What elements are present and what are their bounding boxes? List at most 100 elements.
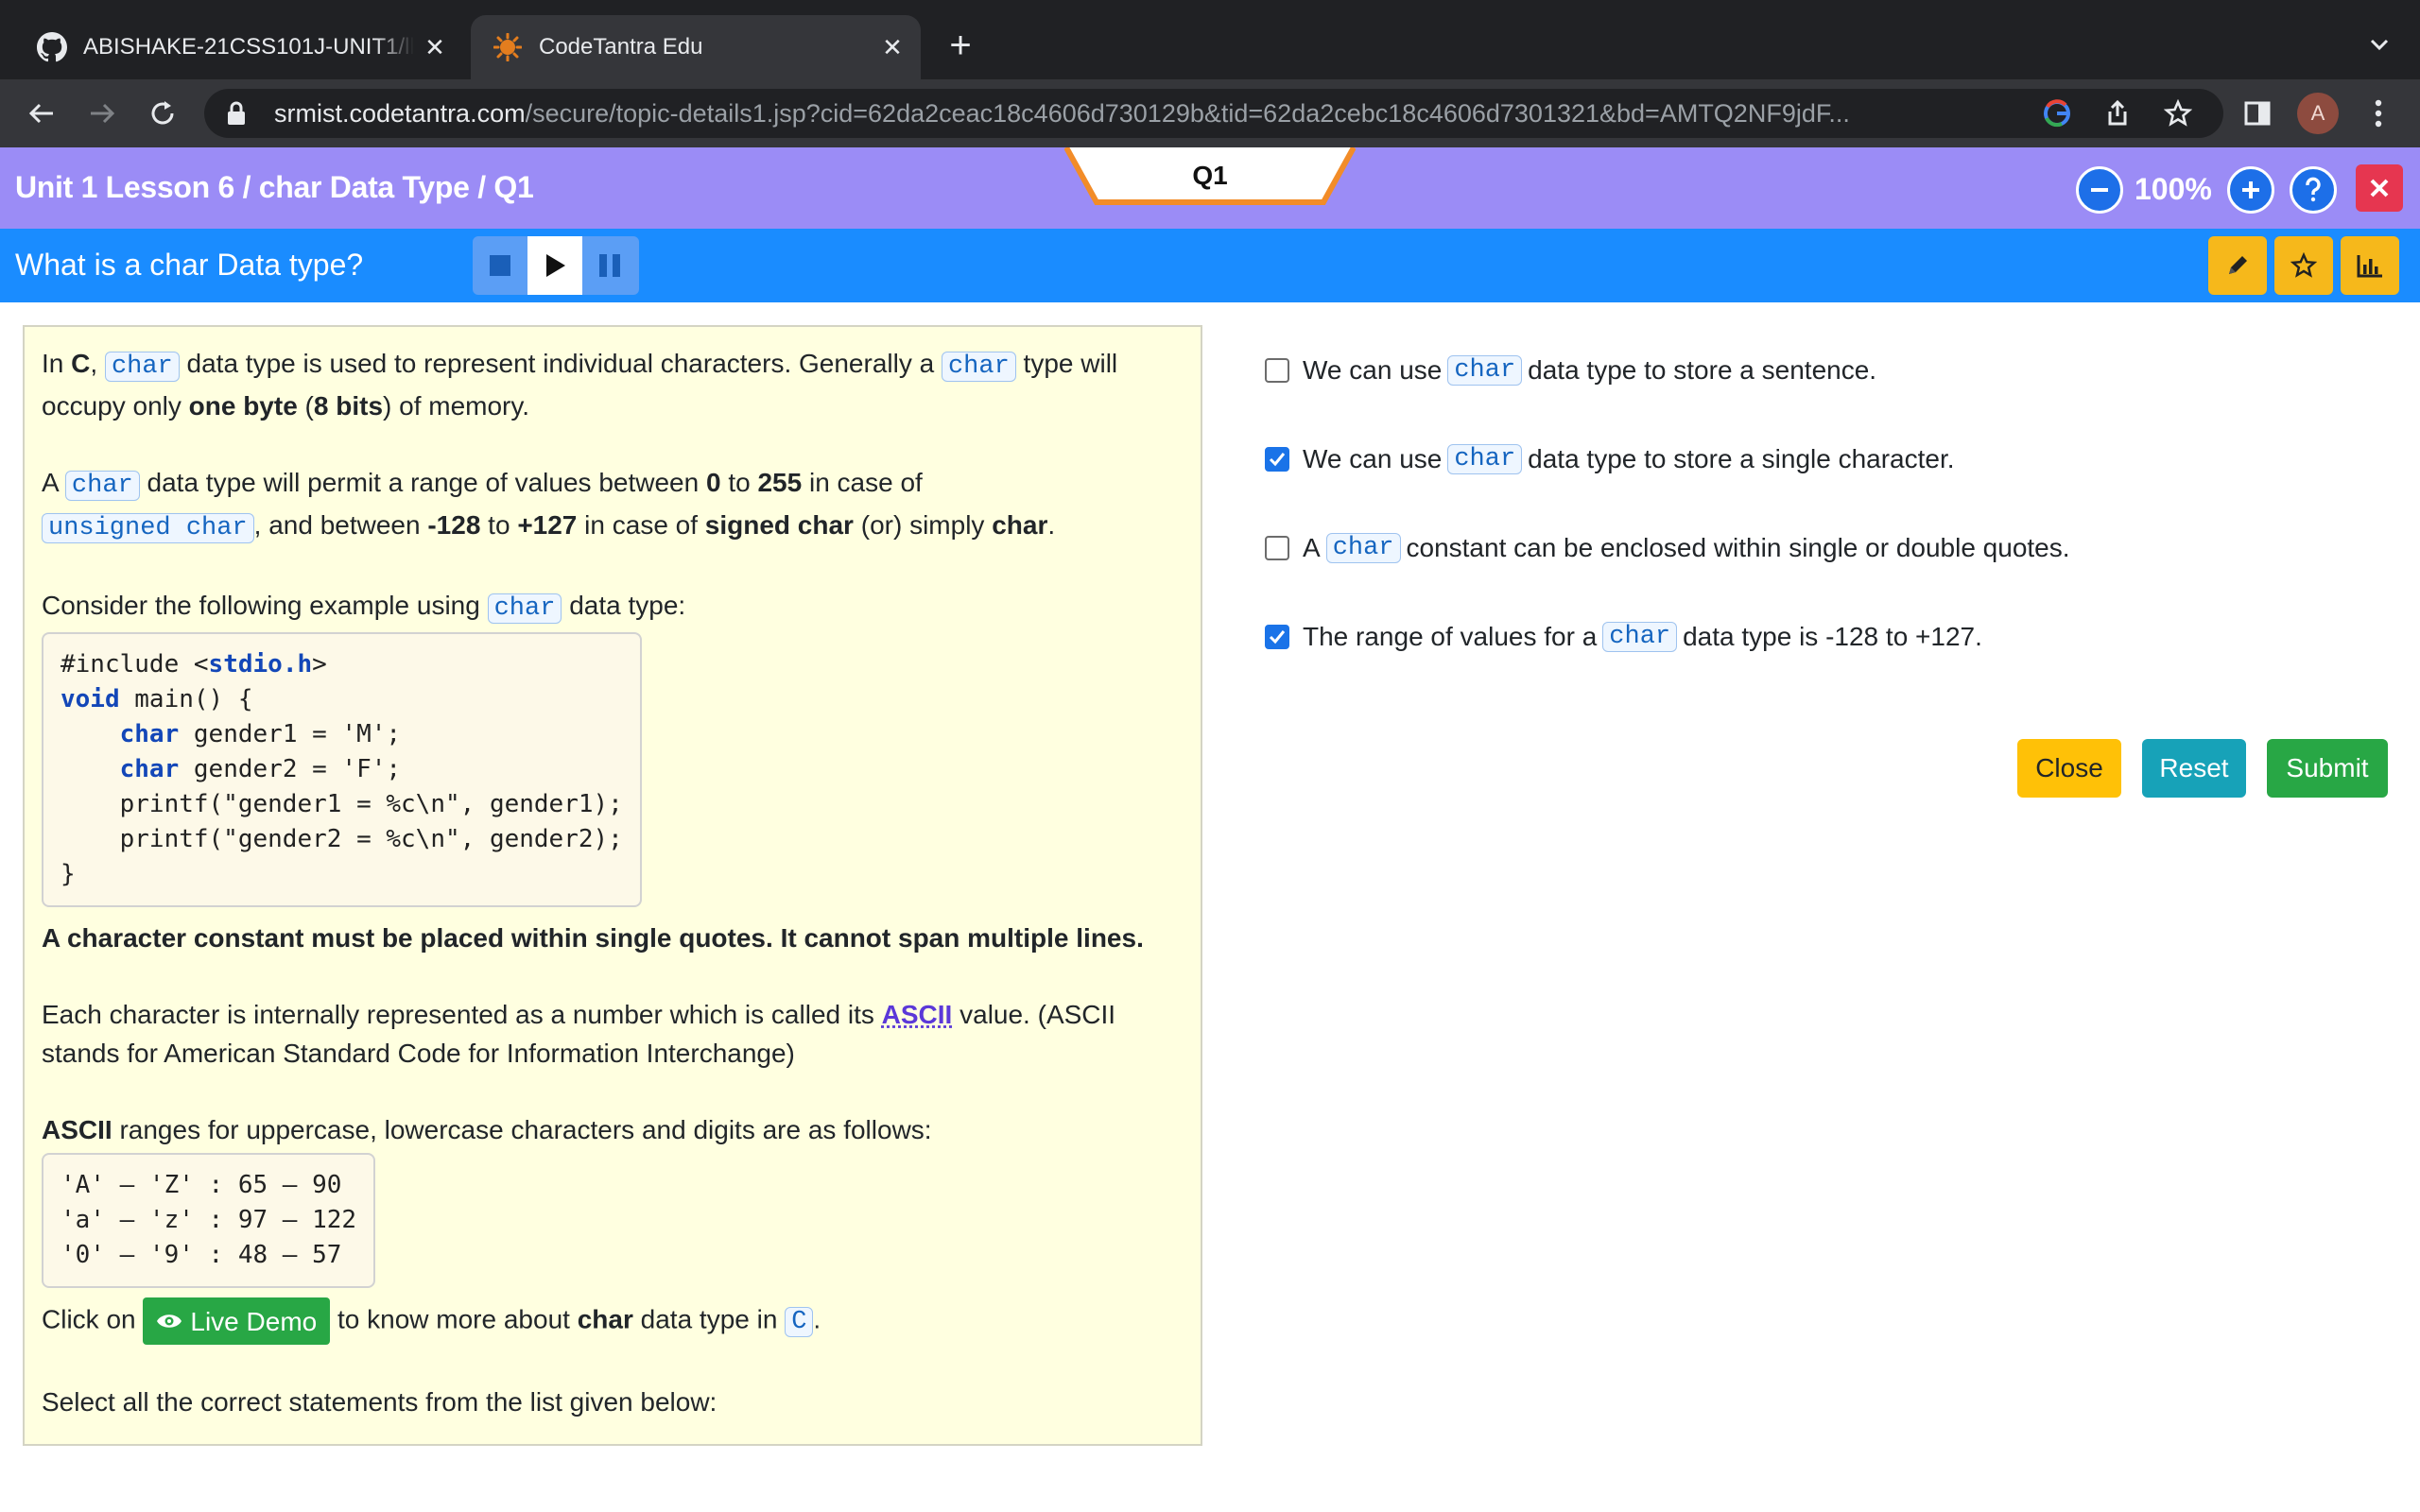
text: Consider the following example using xyxy=(42,591,488,620)
inline-code: char xyxy=(64,471,140,501)
back-arrow-icon[interactable] xyxy=(23,94,60,132)
code-text: '0' – '9' : 48 – 57 xyxy=(60,1241,342,1269)
bar-chart-icon[interactable] xyxy=(2341,236,2399,295)
reset-button[interactable]: Reset xyxy=(2142,739,2246,798)
zoom-level: 100% xyxy=(2135,172,2212,206)
checkbox-checked[interactable] xyxy=(1265,447,1289,472)
text: to xyxy=(720,468,758,497)
option-2[interactable]: We can use char data type to store a sin… xyxy=(1265,444,1955,474)
github-icon xyxy=(36,31,68,63)
close-tab-icon[interactable]: ✕ xyxy=(420,32,450,62)
option-text: constant can be enclosed within single o… xyxy=(1406,533,2070,562)
exit-close-icon[interactable] xyxy=(2356,164,2403,212)
option-3[interactable]: A char constant can be enclosed within s… xyxy=(1265,533,2070,563)
browser-toolbar: srmist.codetantra.com /secure/topic-deta… xyxy=(0,79,2420,147)
text: Click on xyxy=(42,1304,144,1334)
paragraph-example-intro: Consider the following example using cha… xyxy=(42,586,1184,628)
option-text: A xyxy=(1303,533,1321,562)
option-4[interactable]: The range of values for a char data type… xyxy=(1265,622,1982,652)
browser-menu-icon[interactable] xyxy=(2360,94,2397,132)
text: data type is used to represent individua… xyxy=(179,349,942,378)
paragraph-instruction: Select all the correct statements from t… xyxy=(42,1387,717,1417)
bold-text: char xyxy=(992,510,1048,540)
text: ) of memory. xyxy=(383,391,530,421)
stop-icon[interactable] xyxy=(473,236,527,295)
close-button[interactable]: Close xyxy=(2017,739,2121,798)
inline-code: char xyxy=(941,352,1016,382)
browser-tab-github[interactable]: ABISHAKE-21CSS101J-UNIT1/ll ✕ xyxy=(19,15,463,79)
option-text: data type is -128 to +127. xyxy=(1683,622,1982,651)
option-text: data type to store a sentence. xyxy=(1528,355,1877,385)
code-text: gender1 = 'M'; xyxy=(179,720,402,748)
live-demo-label: Live Demo xyxy=(190,1306,318,1336)
inline-code: char xyxy=(1602,622,1678,652)
code-text: printf("gender1 = %c\n", gender1); xyxy=(60,790,623,818)
code-text: } xyxy=(60,860,76,888)
side-panel-icon[interactable] xyxy=(2238,94,2276,132)
inline-code: char xyxy=(487,593,562,624)
option-1[interactable]: We can use char data type to store a sen… xyxy=(1265,355,1876,386)
profile-avatar[interactable]: A xyxy=(2297,93,2339,134)
code-keyword: void xyxy=(60,685,120,713)
text: in case of xyxy=(802,468,923,497)
question-bar: What is a char Data type? xyxy=(0,229,2420,302)
new-tab-plus-icon[interactable]: + xyxy=(942,26,979,64)
google-lens-icon[interactable] xyxy=(2042,98,2072,129)
tab-search-chevron-icon[interactable] xyxy=(2365,30,2394,59)
zoom-in-icon[interactable] xyxy=(2227,166,2274,214)
paragraph-ascii-ranges: ASCII ranges for uppercase, lowercase ch… xyxy=(42,1110,1184,1149)
tab-title: ABISHAKE-21CSS101J-UNIT1/ll xyxy=(83,34,414,60)
question-tab-q1[interactable]: Q1 xyxy=(1064,147,1356,206)
play-icon[interactable] xyxy=(527,236,582,295)
checkbox-unchecked[interactable] xyxy=(1265,536,1289,560)
lock-icon[interactable] xyxy=(225,100,251,127)
checkbox-checked[interactable] xyxy=(1265,625,1289,649)
breadcrumb: Unit 1 Lesson 6 / char Data Type / Q1 xyxy=(15,170,534,204)
paragraph-live-demo: Click on Live Demo to know more about ch… xyxy=(42,1297,1184,1345)
text: , and between xyxy=(253,510,428,540)
share-icon[interactable] xyxy=(2102,98,2133,129)
browser-tab-strip: ABISHAKE-21CSS101J-UNIT1/ll ✕ CodeTantra… xyxy=(0,0,2420,79)
option-text: data type to store a single character. xyxy=(1528,444,1955,473)
text: (or) simply xyxy=(853,510,993,540)
bold-text: -128 xyxy=(427,510,481,540)
url-host: srmist.codetantra.com xyxy=(274,98,526,128)
paragraph-range: A char data type will permit a range of … xyxy=(42,463,1184,548)
text: In xyxy=(42,349,72,378)
zoom-out-icon[interactable] xyxy=(2076,166,2123,214)
bold-text: +127 xyxy=(517,510,578,540)
media-controls xyxy=(473,236,639,295)
code-keyword: char xyxy=(119,720,180,748)
bold-text: ASCII xyxy=(42,1115,112,1144)
text: , xyxy=(90,349,105,378)
tab-title: CodeTantra Edu xyxy=(539,34,703,60)
inline-code: char xyxy=(1447,444,1523,474)
paragraph-intro: In C, char data type is used to represen… xyxy=(42,344,1184,425)
paragraph-char-constant-rule: A character constant must be placed with… xyxy=(42,923,1144,953)
ascii-ranges-block: 'A' – 'Z' : 65 – 90 'a' – 'z' : 97 – 122… xyxy=(42,1153,376,1288)
live-demo-button[interactable]: Live Demo xyxy=(143,1297,331,1345)
browser-tab-codetantra[interactable]: CodeTantra Edu ✕ xyxy=(471,15,921,79)
code-text: main() { xyxy=(119,685,253,713)
star-icon[interactable] xyxy=(2274,236,2333,295)
paragraph-ascii: Each character is internally represented… xyxy=(42,995,1184,1073)
help-icon[interactable] xyxy=(2290,166,2337,214)
text: data type in xyxy=(632,1304,786,1334)
inline-code: char xyxy=(1325,533,1401,563)
submit-button[interactable]: Submit xyxy=(2267,739,2388,798)
text: in case of xyxy=(577,510,705,540)
forward-arrow-icon[interactable] xyxy=(83,94,121,132)
pause-icon[interactable] xyxy=(582,236,637,295)
option-text: We can use xyxy=(1303,444,1443,473)
reload-icon[interactable] xyxy=(144,94,182,132)
bold-text: signed char xyxy=(704,510,854,540)
checkbox-unchecked[interactable] xyxy=(1265,358,1289,383)
text: data type will permit a range of values … xyxy=(139,468,706,497)
bookmark-star-icon[interactable] xyxy=(2163,98,2193,129)
code-keyword: stdio.h xyxy=(208,650,313,679)
address-bar[interactable]: srmist.codetantra.com /secure/topic-deta… xyxy=(204,89,2223,138)
close-tab-icon[interactable]: ✕ xyxy=(877,32,908,62)
pencil-icon[interactable] xyxy=(2208,236,2267,295)
ascii-link[interactable]: ASCII xyxy=(882,1000,953,1029)
